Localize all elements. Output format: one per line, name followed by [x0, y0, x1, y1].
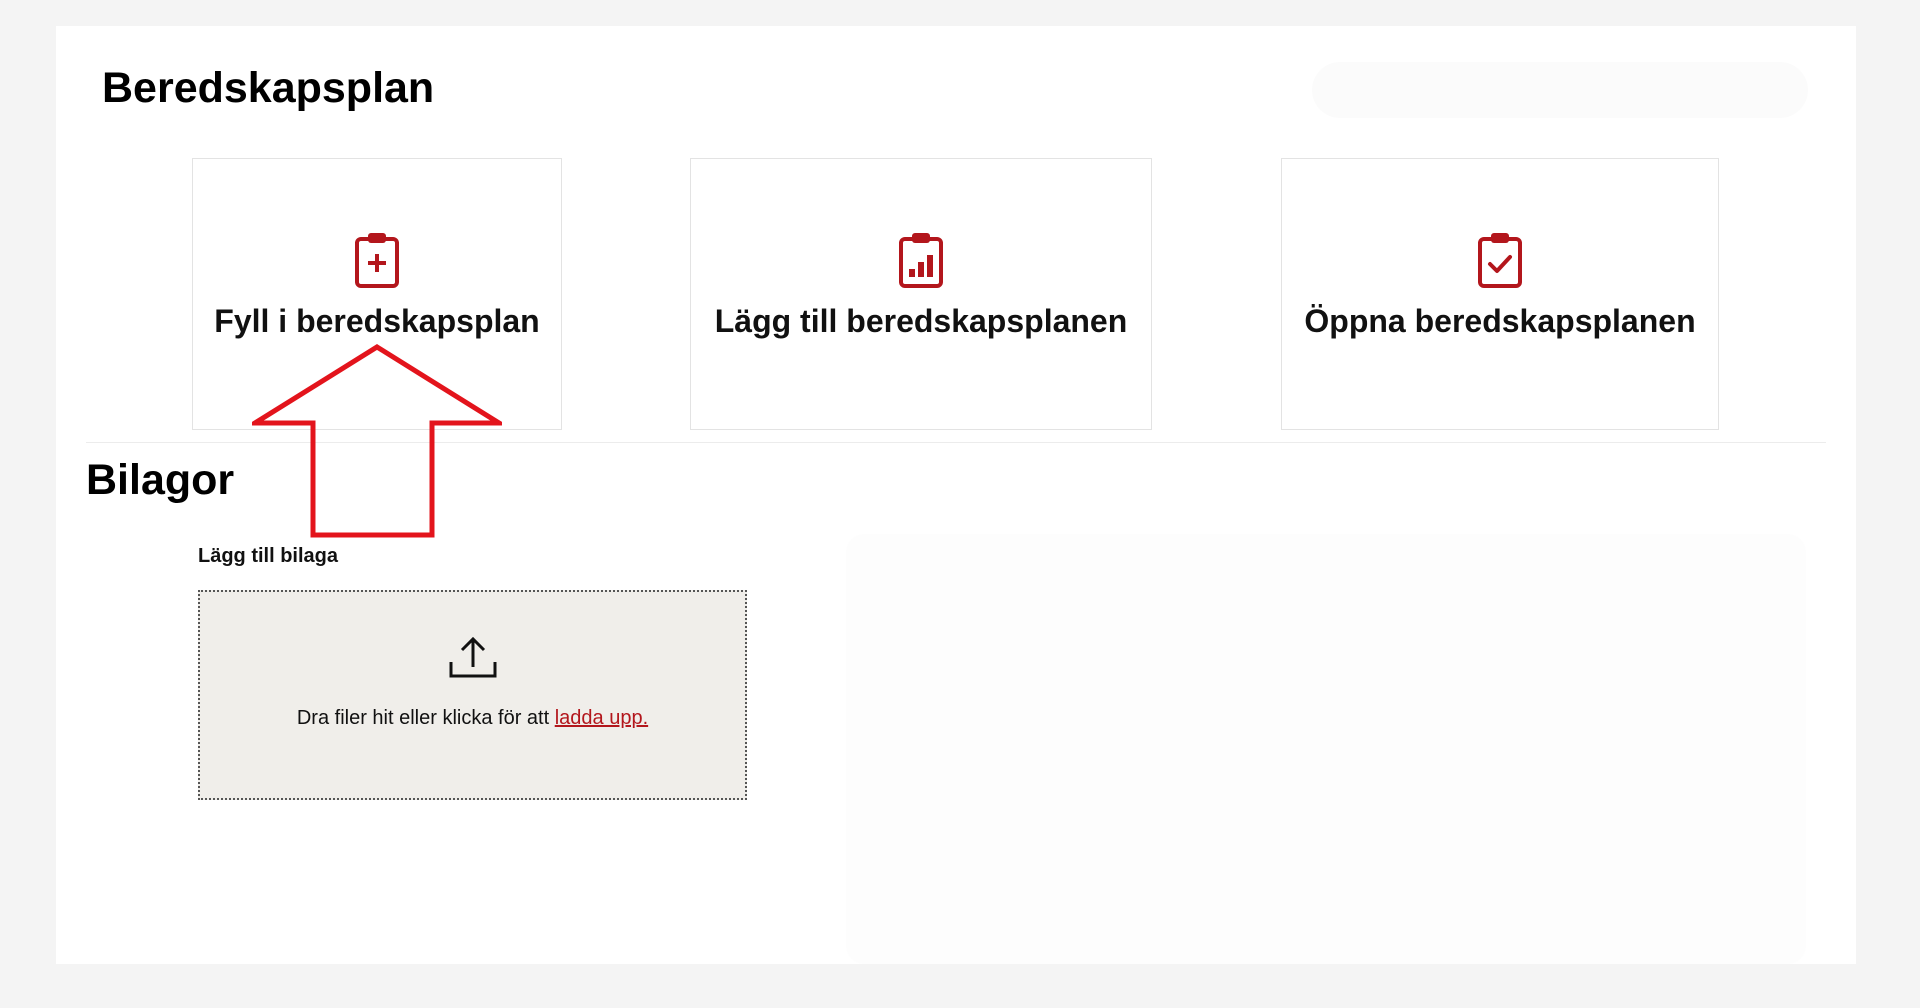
card-label: Öppna beredskapsplanen: [1304, 303, 1696, 339]
faded-background-form: [846, 534, 1806, 964]
card-label: Fyll i beredskapsplan: [214, 303, 540, 339]
clipboard-check-icon: [1478, 233, 1522, 288]
add-to-plan-card[interactable]: Lägg till beredskapsplanen: [690, 158, 1152, 430]
card-label: Lägg till beredskapsplanen: [714, 303, 1128, 339]
clipboard-chart-icon: [899, 233, 943, 288]
main-panel: Beredskapsplan Fyll i beredskapsplan Läg…: [56, 26, 1856, 964]
attachments-title: Bilagor: [86, 456, 235, 504]
upload-icon: [449, 636, 496, 678]
open-plan-card[interactable]: Öppna beredskapsplanen: [1281, 158, 1719, 430]
add-attachment-label: Lägg till bilaga: [198, 545, 339, 567]
page-title: Beredskapsplan: [102, 64, 435, 112]
clipboard-plus-icon: [355, 233, 399, 288]
red-up-arrow: [252, 344, 502, 538]
dropzone-text: Dra filer hit eller klicka för att: [296, 707, 555, 729]
dropzone-instructions: Dra filer hit eller klicka för att ladda…: [200, 707, 745, 730]
faded-background-element: [1312, 62, 1808, 118]
upload-link[interactable]: ladda upp.: [555, 707, 648, 729]
file-dropzone[interactable]: Dra filer hit eller klicka för att ladda…: [198, 590, 747, 800]
